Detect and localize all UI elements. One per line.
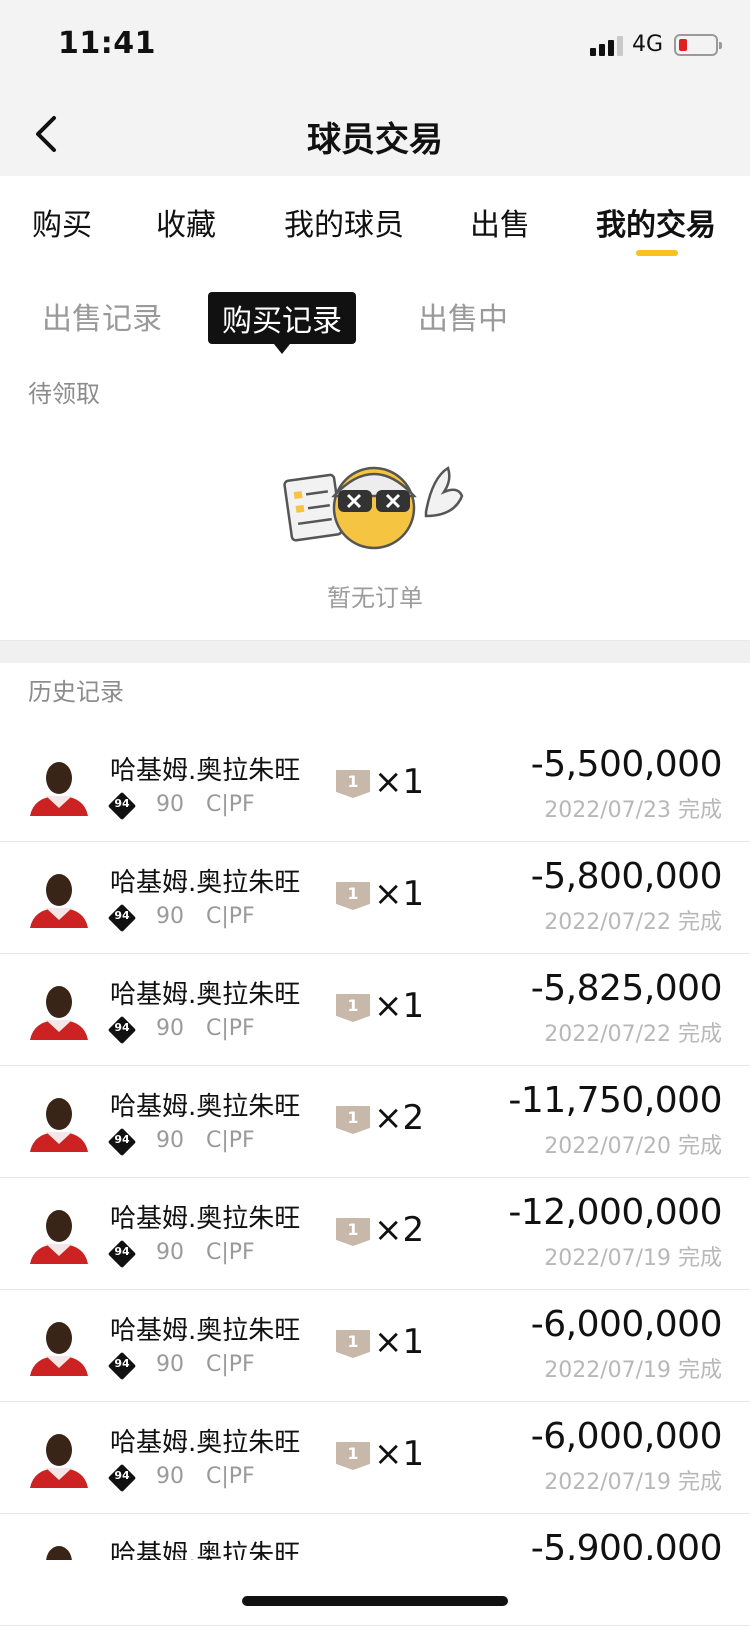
card-level-icon: 1 [336, 994, 370, 1022]
trade-date: 2022/07/19 完成 [544, 1470, 722, 1495]
player-avatar [30, 1434, 88, 1488]
player-position: C|PF [206, 1240, 255, 1265]
player-avatar [30, 1098, 88, 1152]
trade-quantity: ×1 [374, 1434, 425, 1474]
trade-date: 2022/07/19 完成 [544, 1246, 722, 1271]
player-name: 哈基姆.奥拉朱旺 [110, 868, 301, 898]
player-rating: 90 [156, 904, 184, 929]
tab-my-trades[interactable]: 我的交易 [596, 200, 716, 244]
subtab-on-sale[interactable]: 出售中 [418, 294, 508, 338]
trade-quantity: ×1 [374, 874, 425, 914]
player-rating: 90 [156, 1464, 184, 1489]
trade-date: 2022/07/22 完成 [544, 1022, 722, 1047]
history-row[interactable]: 哈基姆.奥拉朱旺 94 90 C|PF 1 ×2 -11,750,000 202… [0, 1066, 750, 1178]
tab-sell[interactable]: 出售 [470, 200, 530, 244]
player-avatar [30, 874, 88, 928]
trade-date: 2022/07/22 完成 [544, 910, 722, 935]
overall-badge-icon: 94 [107, 791, 137, 821]
trade-quantity: ×1 [374, 1322, 425, 1362]
overall-badge-icon: 94 [107, 1463, 137, 1493]
history-row[interactable]: 哈基姆.奥拉朱旺 94 90 C|PF 1 ×1 -5,500,000 2022… [0, 730, 750, 842]
player-rating: 90 [156, 1128, 184, 1153]
active-tab-indicator [636, 250, 678, 256]
subtab-sell-records[interactable]: 出售记录 [42, 294, 162, 338]
history-row[interactable]: 哈基姆.奥拉朱旺 94 90 C|PF 1 ×1 -5,825,000 2022… [0, 954, 750, 1066]
trade-quantity: ×1 [374, 762, 425, 802]
history-row[interactable]: 哈基姆.奥拉朱旺 94 90 C|PF 1 ×1 -6,000,000 2022… [0, 1290, 750, 1402]
card-level-icon: 1 [336, 1330, 370, 1358]
player-rating: 90 [156, 792, 184, 817]
status-bar: 11:41 4G [0, 0, 750, 90]
empty-state: 暂无订单 [0, 452, 750, 622]
player-name: 哈基姆.奥拉朱旺 [110, 1428, 301, 1458]
card-level-icon: 1 [336, 1106, 370, 1134]
player-name: 哈基姆.奥拉朱旺 [110, 1204, 301, 1234]
player-avatar [30, 986, 88, 1040]
network-label: 4G [632, 32, 664, 57]
tab-buy[interactable]: 购买 [32, 200, 92, 244]
tab-favorites[interactable]: 收藏 [156, 200, 216, 244]
player-rating: 90 [156, 1352, 184, 1377]
trade-quantity: ×1 [374, 986, 425, 1026]
card-level-icon: 1 [336, 882, 370, 910]
trade-price: -6,000,000 [530, 1304, 723, 1345]
trade-date: 2022/07/20 完成 [544, 1134, 722, 1159]
history-row[interactable]: 哈基姆.奥拉朱旺 94 90 C|PF 1 ×2 -12,000,000 202… [0, 1178, 750, 1290]
card-level-icon: 1 [336, 770, 370, 798]
overall-badge-icon: 94 [107, 1239, 137, 1269]
overall-badge-icon: 94 [107, 1351, 137, 1381]
player-avatar [30, 1322, 88, 1376]
player-position: C|PF [206, 1352, 255, 1377]
page-title: 球员交易 [307, 120, 443, 160]
history-row[interactable]: 哈基姆.奥拉朱旺 94 90 C|PF 1 ×1 -5,800,000 2022… [0, 842, 750, 954]
player-position: C|PF [206, 1128, 255, 1153]
overall-badge-icon: 94 [107, 1127, 137, 1157]
player-rating: 90 [156, 1016, 184, 1041]
subtab-buy-records[interactable]: 购买记录 [208, 292, 356, 354]
pending-section-label: 待领取 [28, 380, 100, 408]
card-level-icon: 1 [336, 1218, 370, 1246]
battery-icon [674, 34, 722, 56]
trade-date: 2022/07/19 完成 [544, 1358, 722, 1383]
trade-price: -11,750,000 [508, 1080, 722, 1121]
bottom-safe-area [0, 1560, 750, 1624]
player-position: C|PF [206, 904, 255, 929]
card-level-icon: 1 [336, 1442, 370, 1470]
player-name: 哈基姆.奥拉朱旺 [110, 1092, 301, 1122]
player-position: C|PF [206, 792, 255, 817]
home-indicator[interactable] [242, 1596, 508, 1606]
trade-price: -5,800,000 [530, 856, 723, 897]
overall-badge-icon: 94 [107, 903, 137, 933]
player-name: 哈基姆.奥拉朱旺 [110, 980, 301, 1010]
history-list: 哈基姆.奥拉朱旺 94 90 C|PF 1 ×1 -5,500,000 2022… [0, 730, 750, 1626]
tab-my-players[interactable]: 我的球员 [284, 200, 404, 244]
overall-badge-icon: 94 [107, 1015, 137, 1045]
player-rating: 90 [156, 1240, 184, 1265]
history-section-label: 历史记录 [28, 678, 124, 706]
trade-date: 2022/07/23 完成 [544, 798, 722, 823]
trade-price: -5,825,000 [530, 968, 723, 1009]
signal-icon [590, 34, 624, 56]
player-position: C|PF [206, 1464, 255, 1489]
sub-tabs: 出售记录 购买记录 出售中 [0, 282, 750, 354]
trade-price: -12,000,000 [508, 1192, 722, 1233]
player-avatar [30, 762, 88, 816]
trade-quantity: ×2 [374, 1210, 425, 1250]
status-time: 11:41 [58, 26, 156, 61]
nav-bar: 球员交易 [0, 90, 750, 176]
trade-price: -5,500,000 [530, 744, 723, 785]
player-position: C|PF [206, 1016, 255, 1041]
player-name: 哈基姆.奥拉朱旺 [110, 756, 301, 786]
section-divider [0, 640, 750, 663]
trade-quantity: ×2 [374, 1098, 425, 1138]
player-avatar [30, 1210, 88, 1264]
history-row[interactable]: 哈基姆.奥拉朱旺 94 90 C|PF 1 ×1 -6,000,000 2022… [0, 1402, 750, 1514]
player-name: 哈基姆.奥拉朱旺 [110, 1316, 301, 1346]
trade-price: -6,000,000 [530, 1416, 723, 1457]
empty-mascot-icon [283, 466, 464, 550]
empty-text: 暂无订单 [327, 584, 423, 612]
